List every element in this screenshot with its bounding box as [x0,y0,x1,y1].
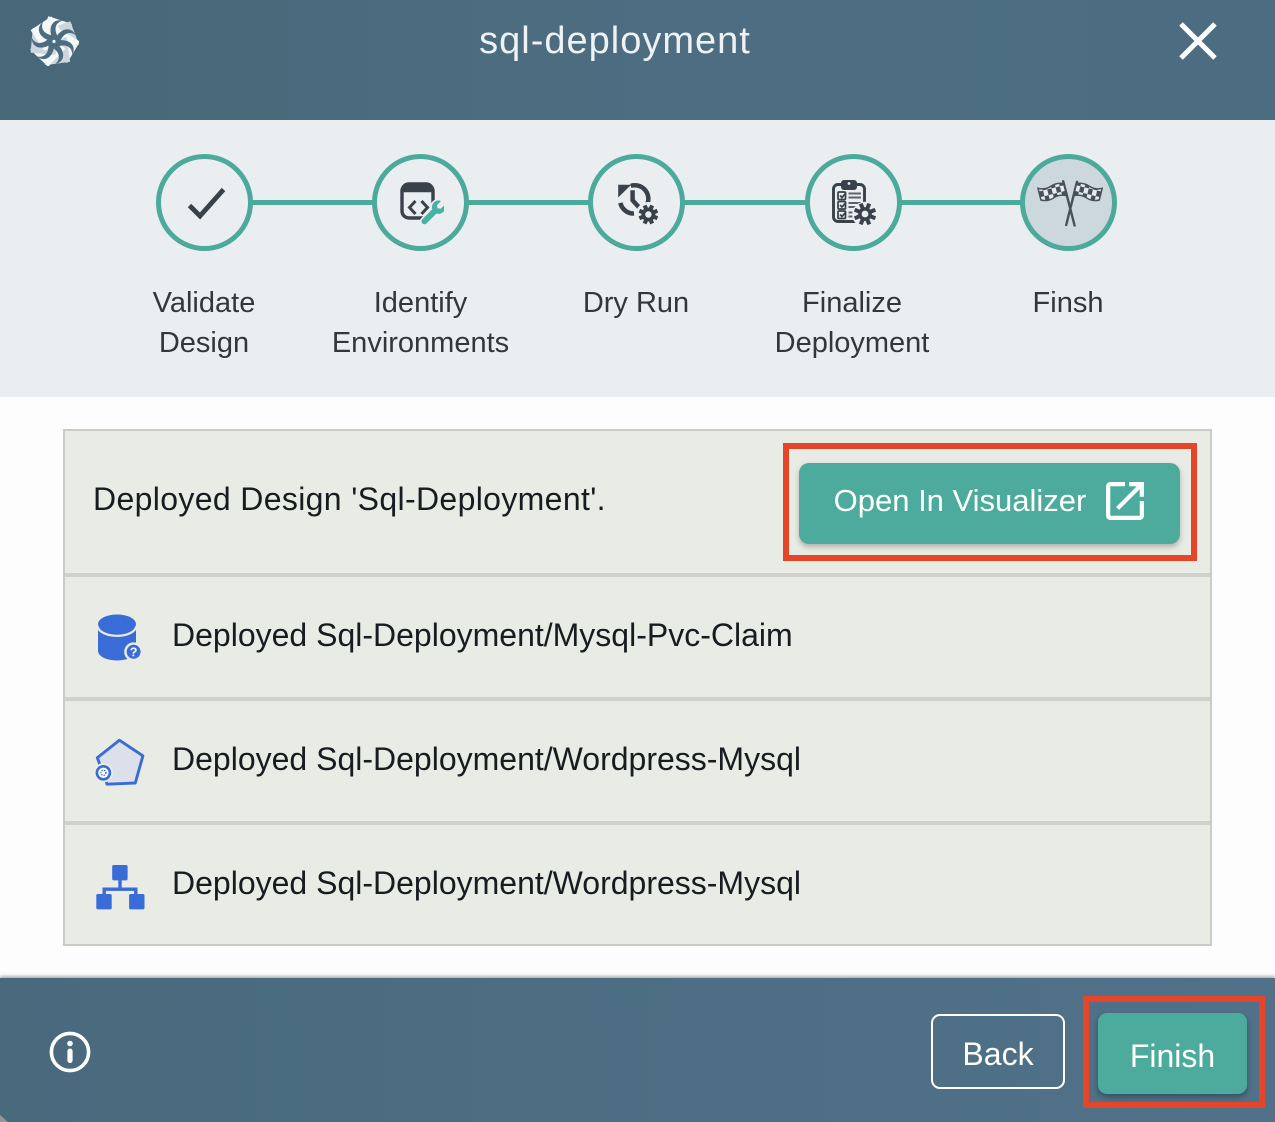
svg-text:?: ? [130,645,138,659]
